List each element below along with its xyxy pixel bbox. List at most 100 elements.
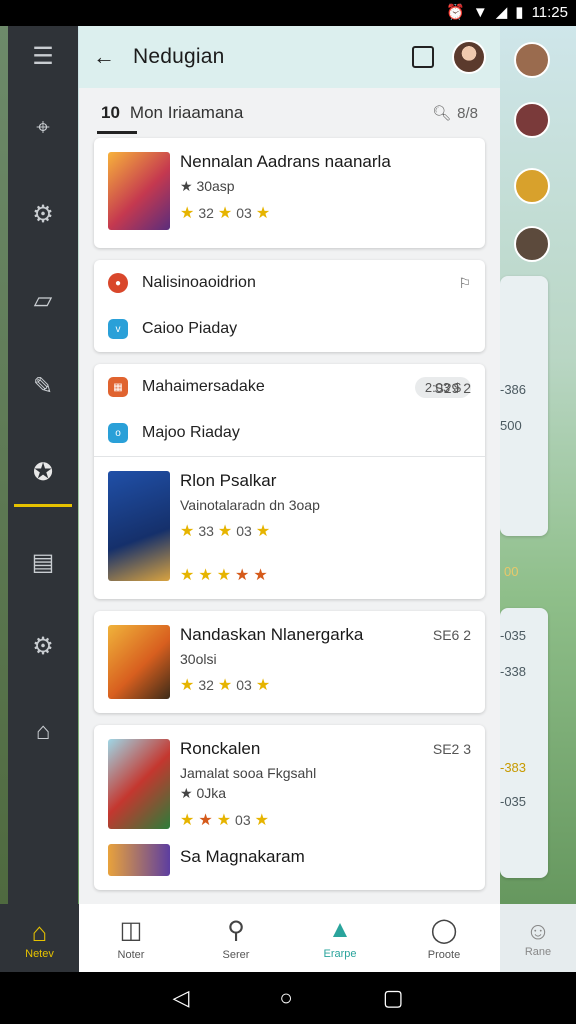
filter-bar: 10 Mon Iriaamana 🔍︎ 8/8 (79, 88, 500, 138)
star-icon: ★ (255, 205, 271, 222)
search-button[interactable]: 🔍︎ 8/8 (432, 104, 478, 123)
star-icon: ★ (180, 205, 195, 222)
game-thumbnail (108, 152, 170, 230)
signal-icon: ◢ (495, 4, 508, 21)
list-item[interactable]: ● Nalisinoaoidrion ⚐ (94, 260, 485, 306)
nav-label: Serer (222, 948, 250, 961)
game-title: Ronckalen (180, 739, 261, 758)
star-rating: ★ ★ ★ ★ ★ (180, 565, 320, 585)
rating-value: 03 (236, 523, 252, 539)
gear-icon[interactable]: ⚙ (8, 192, 78, 236)
recents-icon[interactable]: ▢ (383, 985, 404, 1011)
list-item[interactable]: o Majoo Riaday (94, 410, 485, 456)
navigation-rail: ☰ ⌖ ⚙ ▱ ✎ ✪ ▤ ⚙ ⌂ (8, 26, 78, 904)
alarm-icon: ⏰ (446, 4, 465, 21)
list-card: ● Nalisinoaoidrion ⚐ v Caioo Piaday (94, 260, 485, 352)
star-icon: ★ (217, 523, 233, 540)
house-icon[interactable]: ⌂ (8, 710, 78, 754)
edit-icon[interactable]: ✎ (8, 364, 78, 408)
compose-icon[interactable] (412, 46, 434, 68)
star-icon: ★ (198, 567, 213, 584)
background-number: -035 (500, 628, 527, 643)
home-circle-icon[interactable]: ○ (279, 985, 292, 1011)
game-card[interactable]: Ronckalen Jamalat sooa Fkgsahl ★ 0Jka ★ … (94, 725, 485, 890)
game-card[interactable]: Rlon Psalkar Vainotalaradn dn 3oap ★ 33 … (94, 380, 485, 599)
background-number: -338 (500, 664, 527, 679)
app-icon: o (108, 423, 128, 443)
chat-icon: ◯ (430, 916, 458, 944)
nav-item[interactable]: ⚲ Serer (184, 904, 288, 972)
filter-label[interactable]: Mon Iriaamana (130, 103, 243, 123)
search-icon: ⚲ (227, 916, 245, 944)
badge-icon[interactable]: ✪ (8, 450, 78, 494)
list-item-label: Caioo Piaday (142, 320, 238, 337)
tag-icon[interactable]: ⌖ (8, 106, 78, 150)
list-item-label: Mahaimersadake (142, 378, 265, 395)
wifi-icon: ▼ (472, 3, 488, 21)
star-icon: ★ (180, 567, 195, 584)
layout-icon[interactable]: ▤ (8, 540, 78, 584)
game-price: SE6 2 (432, 627, 471, 643)
rating-value: 03 (236, 677, 252, 693)
game-price: S29 2 (434, 380, 471, 396)
game-card-body: Ronckalen Jamalat sooa Fkgsahl ★ 0Jka ★ … (94, 725, 485, 844)
profile-icon: ☺ (525, 918, 551, 945)
background-number: 500 (500, 418, 522, 433)
list-item[interactable]: Sa Magnakaram (94, 844, 485, 890)
star-icon: ★ (217, 205, 233, 222)
list-item[interactable]: ▦ Mahaimersadake 2:03 $ (94, 364, 485, 410)
game-subtitle: ★ 30asp (180, 178, 235, 194)
list-item[interactable]: v Caioo Piaday (94, 306, 485, 352)
star-icon: ★ (235, 567, 250, 584)
rail-active-indicator (14, 504, 72, 507)
back-arrow-icon[interactable]: ← (93, 44, 133, 70)
game-title: Rlon Psalkar (180, 471, 277, 490)
star-icon: ★ (198, 812, 213, 829)
search-icon: 🔍︎ (432, 105, 452, 122)
book-icon[interactable]: ▱ (8, 278, 78, 322)
background-number: 00 (504, 564, 519, 579)
background-edge (0, 26, 8, 904)
nav-label: Proote (427, 948, 461, 961)
game-card[interactable]: Nennalan Aadrans naanarla ★ 30asp ★ 32 ★… (94, 138, 485, 248)
nav-label: Erarpe (323, 948, 357, 960)
nav-home[interactable]: ⌂ Netev (0, 904, 79, 972)
nav-item[interactable]: ◫ Noter (79, 904, 183, 972)
menu-icon[interactable]: ☰ (8, 34, 78, 78)
rating-value: 03 (235, 812, 251, 828)
background-number: -386 (500, 382, 527, 397)
page-title: Nedugian (133, 45, 225, 68)
status-icons: ⏰ ▼ ◢ ▮ 11:25 (446, 3, 568, 22)
background-number: -035 (500, 794, 527, 809)
drawer-panel: ← Nedugian 10 Mon Iriaamana 🔍︎ 8/8 Nenna… (79, 26, 500, 904)
list-item-label: Majoo Riaday (142, 424, 240, 441)
star-icon: ★ (216, 567, 232, 584)
game-extra: ★ 0Jka (180, 785, 227, 801)
card-list: Nennalan Aadrans naanarla ★ 30asp ★ 32 ★… (79, 138, 500, 890)
status-bar: ⏰ ▼ ◢ ▮ 11:25 (0, 0, 576, 26)
status-time: 11:25 (531, 3, 568, 21)
background-number: -383 (500, 760, 527, 775)
rating-value: 33 (198, 523, 214, 539)
game-subtitle: 30olsi (180, 651, 217, 667)
back-icon[interactable]: ◁ (172, 985, 189, 1011)
nav-label: Netev (25, 947, 54, 960)
bookmark-icon[interactable]: ⚐ (458, 275, 471, 292)
avatar (514, 226, 550, 262)
nav-item[interactable]: ▲ Erarpe (288, 904, 392, 972)
gear-icon[interactable]: ⚙ (8, 624, 78, 668)
filter-count: 10 (101, 103, 120, 122)
game-thumbnail (108, 625, 170, 699)
star-icon: ★ (216, 812, 232, 829)
avatar[interactable] (452, 40, 486, 74)
nav-item[interactable]: ☺ Rane (500, 904, 576, 972)
app-icon: v (108, 319, 128, 339)
rating: ★ 32 ★ 03 ★ (180, 675, 363, 695)
rating-value: 03 (236, 205, 252, 221)
star-icon: ★ (180, 523, 195, 540)
star-icon: ★ (180, 677, 195, 694)
nav-item[interactable]: ◯ Proote (392, 904, 496, 972)
game-thumbnail (108, 739, 170, 829)
game-subtitle: Vainotalaradn dn 3oap (180, 497, 320, 513)
game-card[interactable]: Nandaskan Nlanergarka 30olsi ★ 32 ★ 03 ★… (94, 611, 485, 713)
